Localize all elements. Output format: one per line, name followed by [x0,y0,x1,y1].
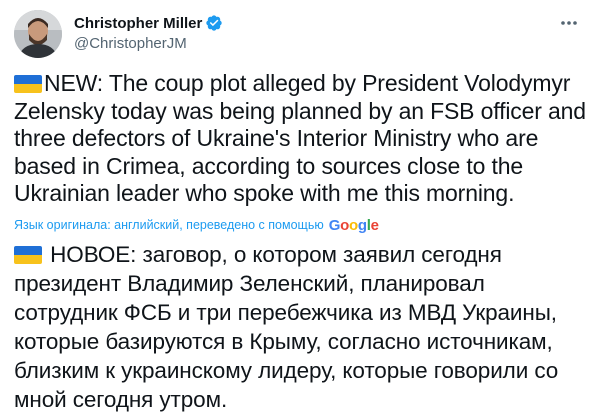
author-handle[interactable]: @ChristopherJM [74,35,223,52]
tweet-body: NEW: The coup plot alleged by President … [14,70,586,206]
translation-attribution[interactable]: Язык оригинала: английский, переведено с… [14,215,589,235]
author-names: Christopher Miller @ChristopherJM [74,12,223,52]
google-logo: Google [328,216,379,234]
translated-body: НОВОЕ: заговор, о котором заявил сегодня… [14,242,559,412]
tweet-card: Christopher Miller @ChristopherJM NEW: T… [0,0,599,419]
tweet-header: Christopher Miller @ChristopherJM [14,10,584,64]
more-dots-icon [561,21,577,25]
more-options-button[interactable] [558,12,580,34]
translation-note-text: Язык оригинала: английский, переведено с… [14,218,324,232]
avatar-image [14,10,62,58]
avatar[interactable] [14,10,62,58]
ukraine-flag-icon [14,246,42,264]
verified-badge-icon [206,15,223,31]
translated-text: НОВОЕ: заговор, о котором заявил сегодня… [14,240,594,414]
display-name[interactable]: Christopher Miller [74,15,202,32]
tweet-text: NEW: The coup plot alleged by President … [14,70,589,208]
ukraine-flag-icon [14,75,42,93]
